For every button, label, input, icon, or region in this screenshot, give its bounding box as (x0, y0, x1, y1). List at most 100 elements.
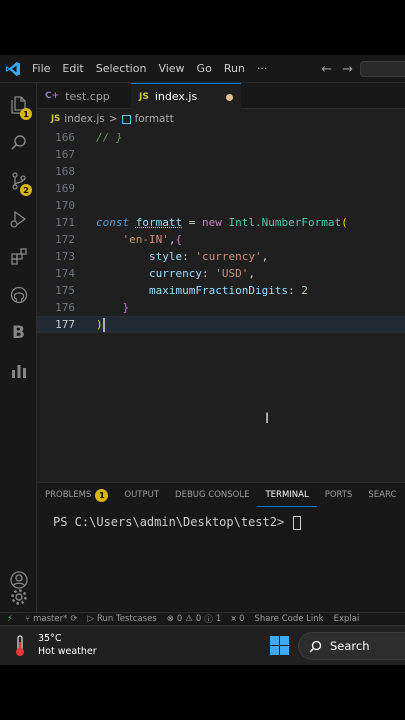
menu-run[interactable]: Run (218, 62, 251, 75)
extensions-icon (10, 248, 27, 265)
run-testcases-button[interactable]: ▷ Run Testcases (82, 614, 161, 624)
title-bar: File Edit Selection View Go Run ··· ← → (0, 55, 405, 83)
code-line: 169 (37, 180, 405, 197)
source-control-badge: 2 (20, 184, 32, 196)
text-caret (102, 317, 105, 332)
tab-test-cpp[interactable]: C+ test.cpp (37, 83, 131, 109)
windows-taskbar: 35°C Hot weather Search (0, 625, 405, 665)
forward-arrow-icon[interactable]: → (342, 62, 353, 77)
code-editor[interactable]: 166 // } 167 168 169 170 171 const forma… (37, 129, 405, 533)
code-text: style: 'currency', (148, 250, 269, 263)
code-line: 167 (37, 146, 405, 163)
sync-icon: ⟳ (70, 614, 78, 624)
tab-search[interactable]: SEARC (360, 483, 404, 507)
breadcrumb-symbol[interactable]: formatt (135, 113, 174, 125)
mouse-ibeam-cursor-icon: I (265, 411, 270, 427)
info-icon: ⓘ (204, 615, 213, 625)
code-line: 168 (37, 163, 405, 180)
line-number: 167 (55, 148, 75, 161)
panel-tabs: PROBLEMS 1 OUTPUT DEBUG CONSOLE TERMINAL… (37, 483, 404, 507)
code-text: currency: 'USD', (148, 267, 255, 280)
line-number: 177 (55, 318, 75, 331)
tab-label: index.js (154, 90, 198, 103)
weather-description[interactable]: Hot weather (38, 646, 97, 657)
status-bar: ⚡ ⑂ master* ⟳ ▷ Run Testcases ⊗ 0 ⚠ 0 ⓘ 1 ⩙ 0 Sha… (0, 612, 405, 625)
code-text: } (122, 301, 130, 314)
tab-terminal[interactable]: TERMINAL (257, 483, 317, 507)
code-line: 170 (37, 197, 405, 214)
symbol-icon (121, 114, 131, 124)
error-icon: ⊗ (166, 614, 174, 624)
warning-icon: ⚠ (185, 614, 193, 624)
js-file-icon: JS (139, 91, 149, 102)
play-icon: ▷ (87, 614, 95, 624)
antenna-icon: ⩙ (231, 614, 237, 624)
ports-status[interactable]: ⩙ 0 (226, 614, 249, 624)
remote-icon[interactable]: ⚡ (0, 614, 20, 624)
line-number: 174 (55, 267, 75, 280)
vscode-logo-icon (0, 55, 26, 83)
bar-chart-icon (11, 365, 26, 378)
search-icon (10, 135, 26, 150)
terminal-output[interactable]: PS C:\Users\admin\Desktop\test2> (53, 515, 302, 530)
line-number: 172 (55, 233, 75, 246)
tab-ports[interactable]: PORTS (317, 483, 361, 507)
explorer-badge: 1 (20, 108, 32, 120)
bottom-letterbox (0, 665, 405, 720)
github-button[interactable] (0, 276, 37, 314)
thermometer-icon (16, 635, 24, 656)
code-line: 172 'en-IN',{ (37, 231, 405, 248)
search-icon (309, 640, 322, 653)
code-text: ) (96, 317, 105, 332)
unsaved-dot-icon[interactable] (226, 94, 233, 101)
menu-selection[interactable]: Selection (90, 62, 153, 75)
line-number: 173 (55, 250, 75, 263)
tab-label: test.cpp (65, 89, 110, 103)
source-control-button[interactable]: 2 (0, 162, 37, 200)
tab-label: PROBLEMS (45, 490, 92, 500)
chevron-right-icon: > (108, 113, 118, 125)
tab-index-js[interactable]: JS index.js (131, 83, 241, 109)
current-code-line: 177 ) (37, 316, 405, 333)
top-letterbox (0, 0, 405, 55)
branch-status[interactable]: ⑂ master* ⟳ (20, 614, 82, 624)
editor-tabs: C+ test.cpp JS index.js (37, 83, 405, 109)
blackbox-button[interactable]: B (0, 314, 37, 352)
back-arrow-icon[interactable]: ← (321, 62, 332, 77)
code-text: 'en-IN',{ (122, 233, 183, 246)
weather-temperature[interactable]: 35°C (38, 633, 61, 644)
analytics-button[interactable] (0, 352, 37, 390)
tab-debug-console[interactable]: DEBUG CONSOLE (167, 483, 257, 507)
explorer-button[interactable]: 1 (0, 86, 37, 124)
menu-view[interactable]: View (152, 62, 190, 75)
tab-output[interactable]: OUTPUT (116, 483, 167, 507)
command-center[interactable] (360, 61, 405, 77)
menu-file[interactable]: File (26, 62, 56, 75)
share-code-link[interactable]: Share Code Link (249, 614, 328, 624)
menu-edit[interactable]: Edit (56, 62, 89, 75)
problems-status[interactable]: ⊗ 0 ⚠ 0 ⓘ 1 (162, 613, 227, 625)
taskbar-search[interactable]: Search (298, 632, 405, 660)
extensions-button[interactable] (0, 238, 37, 276)
code-line: 176 } (37, 299, 405, 316)
github-icon (10, 286, 27, 304)
search-button[interactable] (0, 124, 37, 162)
breadcrumb-file[interactable]: index.js (64, 113, 104, 125)
cpp-file-icon: C+ (45, 91, 60, 101)
menu-more[interactable]: ··· (251, 62, 274, 75)
line-number: 169 (55, 182, 75, 195)
breadcrumb: JS index.js > formatt (37, 109, 405, 129)
run-debug-icon (9, 210, 26, 228)
line-number: 176 (55, 301, 75, 314)
js-file-icon: JS (51, 114, 61, 124)
settings-button[interactable] (0, 578, 37, 616)
code-line: 175 maximumFractionDigits: 2 (37, 282, 405, 299)
menu-go[interactable]: Go (191, 62, 218, 75)
activity-bar: 1 2 B (0, 83, 37, 612)
explain-button[interactable]: Explai (329, 614, 365, 624)
run-debug-button[interactable] (0, 200, 37, 238)
problems-badge: 1 (95, 488, 109, 502)
line-number: 166 (55, 131, 75, 144)
windows-start-icon[interactable] (270, 636, 289, 655)
tab-problems[interactable]: PROBLEMS 1 (37, 483, 116, 507)
